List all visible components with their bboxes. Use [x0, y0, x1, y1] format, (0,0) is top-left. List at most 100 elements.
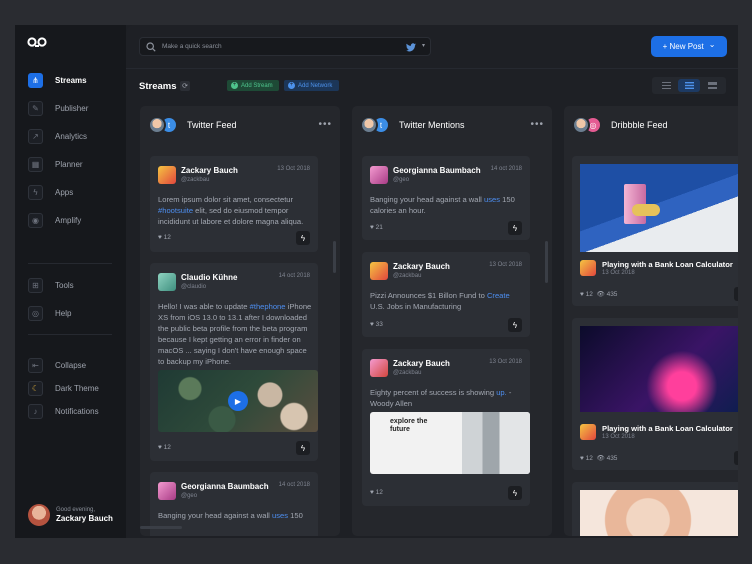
sidebar: ⋔ Streams ✎ Publisher ↗ Analytics ▦ Plan… [15, 25, 126, 538]
shot-card[interactable]: Playing with a Bank Loan Calculator 13 O… [572, 318, 738, 470]
infinity-logo-icon[interactable] [27, 36, 47, 48]
likes-count[interactable]: ♥ 12 👁 435 [580, 454, 617, 462]
post-text: Hello! I was able to update #thephone iP… [158, 302, 312, 366]
boost-icon[interactable]: ϟ [508, 318, 522, 332]
horizontal-scrollbar[interactable] [140, 526, 182, 529]
stream-column-dribbble-feed: ◎ Dribbble Feed Playing with a Bank Loan… [564, 106, 738, 536]
publisher-icon: ✎ [28, 100, 43, 116]
post-text: Pizzi Announces $1 Billon Fund to Create… [370, 291, 510, 311]
boost-icon[interactable]: ϟ [296, 231, 310, 245]
boost-icon[interactable]: ϟ [296, 441, 310, 455]
list-view-icon[interactable] [655, 79, 677, 92]
boost-icon[interactable]: ϟ [734, 287, 738, 301]
video-thumbnail[interactable]: ▶ [158, 370, 318, 432]
avatar [360, 116, 378, 134]
hashtag-link[interactable]: Create [487, 291, 510, 300]
post-card[interactable]: Zackary Bauch @zackbau 13 Oct 2018 Lorem… [150, 156, 318, 252]
scrollbar[interactable] [545, 241, 548, 283]
user-profile[interactable]: Good evening, Zackary Bauch [28, 504, 113, 526]
sidebar-item-label: Amplify [55, 215, 82, 225]
post-card[interactable]: Zackary Bauch @zackbau 13 Oct 2018 Eight… [362, 349, 530, 506]
boost-icon[interactable]: ϟ [508, 486, 522, 500]
avatar [370, 262, 388, 280]
sidebar-item-publisher[interactable]: ✎ Publisher [15, 97, 126, 119]
shot-image[interactable] [580, 326, 738, 412]
sidebar-item-notifications[interactable]: ♪ Notifications [15, 400, 126, 422]
shot-image[interactable] [580, 490, 738, 536]
search-icon [146, 42, 156, 52]
likes-count[interactable]: ♥ 21 [370, 224, 383, 231]
post-card[interactable]: Claudio Kühne @claudio 14 oct 2018 Hello… [150, 263, 318, 461]
post-card[interactable]: Georgianna Baumbach @geo 14 oct 2018 Ban… [362, 156, 530, 240]
more-icon[interactable]: ••• [318, 119, 332, 130]
sidebar-item-label: Tools [55, 280, 74, 290]
sidebar-item-label: Publisher [55, 103, 89, 113]
sidebar-item-help[interactable]: ◎ Help [15, 302, 126, 324]
scrollbar[interactable] [333, 241, 336, 273]
post-date: 14 oct 2018 [278, 482, 310, 488]
add-network-button[interactable]: + Add Network [284, 80, 339, 91]
sidebar-item-apps[interactable]: ϟ Apps [15, 181, 126, 203]
shot-image[interactable] [580, 164, 738, 252]
hashtag-link[interactable]: uses [272, 511, 288, 520]
sidebar-item-streams[interactable]: ⋔ Streams [15, 69, 126, 91]
sidebar-divider [28, 263, 112, 264]
boost-icon[interactable]: ϟ [508, 221, 522, 235]
hashtag-link[interactable]: uses [484, 195, 500, 204]
likes-count[interactable]: ♥ 12 [370, 489, 383, 496]
author-name: Claudio Kühne [181, 273, 238, 282]
post-date: 14 oct 2018 [490, 166, 522, 172]
add-network-label: Add Network [298, 82, 333, 89]
post-date: 13 Oct 2018 [277, 166, 310, 172]
refresh-icon[interactable]: ⟳ [180, 81, 190, 91]
avatar [580, 260, 596, 276]
likes-count[interactable]: ♥ 12 [158, 444, 171, 451]
moon-icon: ☾ [28, 380, 43, 396]
likes-count[interactable]: ♥ 12 👁 435 [580, 290, 617, 298]
help-icon: ◎ [28, 305, 43, 321]
view-switcher [652, 77, 726, 94]
sidebar-item-tools[interactable]: ⊞ Tools [15, 274, 126, 296]
sidebar-item-amplify[interactable]: ◉ Amplify [15, 209, 126, 231]
chevron-down-icon[interactable]: ▾ [422, 42, 425, 49]
add-stream-button[interactable]: + Add Stream [227, 80, 279, 91]
avatar [28, 504, 50, 526]
sidebar-item-dark-theme[interactable]: ☾ Dark Theme [15, 377, 126, 399]
author-handle: @zackbau [181, 177, 210, 183]
new-post-button[interactable]: + New Post ⌄ [651, 36, 727, 57]
hashtag-link[interactable]: #hootsuite [158, 206, 193, 215]
author-name: Georgianna Baumbach [181, 482, 269, 491]
boost-icon[interactable]: ϟ [734, 451, 738, 465]
likes-count[interactable]: ♥ 12 [158, 234, 171, 241]
plus-icon: + [231, 82, 238, 89]
sidebar-item-planner[interactable]: ▦ Planner [15, 153, 126, 175]
post-card[interactable]: Zackary Bauch @zackbau 13 Oct 2018 Pizzi… [362, 252, 530, 337]
author-name: Georgianna Baumbach [393, 166, 481, 175]
grid-view-icon[interactable] [701, 79, 723, 92]
author-handle: @geo [393, 177, 410, 183]
author-name: Zackary Bauch [393, 359, 450, 368]
search-bar[interactable]: Make a quick search ▾ [139, 37, 431, 56]
likes-count[interactable]: ♥ 33 [370, 321, 383, 328]
sidebar-item-analytics[interactable]: ↗ Analytics [15, 125, 126, 147]
author-name: Zackary Bauch [393, 262, 450, 271]
building-graphic [462, 412, 530, 474]
twitter-icon[interactable] [406, 43, 416, 52]
post-text: Banging your head against a wall uses 15… [158, 511, 303, 520]
more-icon[interactable]: ••• [530, 119, 544, 130]
hashtag-link[interactable]: #thephone [250, 302, 286, 311]
play-icon[interactable]: ▶ [228, 391, 248, 411]
search-input[interactable]: Make a quick search [162, 43, 222, 50]
hashtag-link[interactable]: up. [496, 388, 507, 397]
sidebar-item-label: Collapse [55, 360, 87, 370]
shot-date: 13 Oct 2018 [602, 270, 635, 276]
shot-card[interactable] [572, 482, 738, 536]
sidebar-item-collapse[interactable]: ⇤ Collapse [15, 354, 126, 376]
column-view-icon[interactable] [678, 79, 700, 92]
author-name: Zackary Bauch [181, 166, 238, 175]
avatar [158, 482, 176, 500]
shot-card[interactable]: Playing with a Bank Loan Calculator 13 O… [572, 156, 738, 306]
new-post-label: + New Post [662, 42, 704, 51]
post-image[interactable]: explore the future [370, 412, 530, 474]
analytics-icon: ↗ [28, 128, 43, 144]
